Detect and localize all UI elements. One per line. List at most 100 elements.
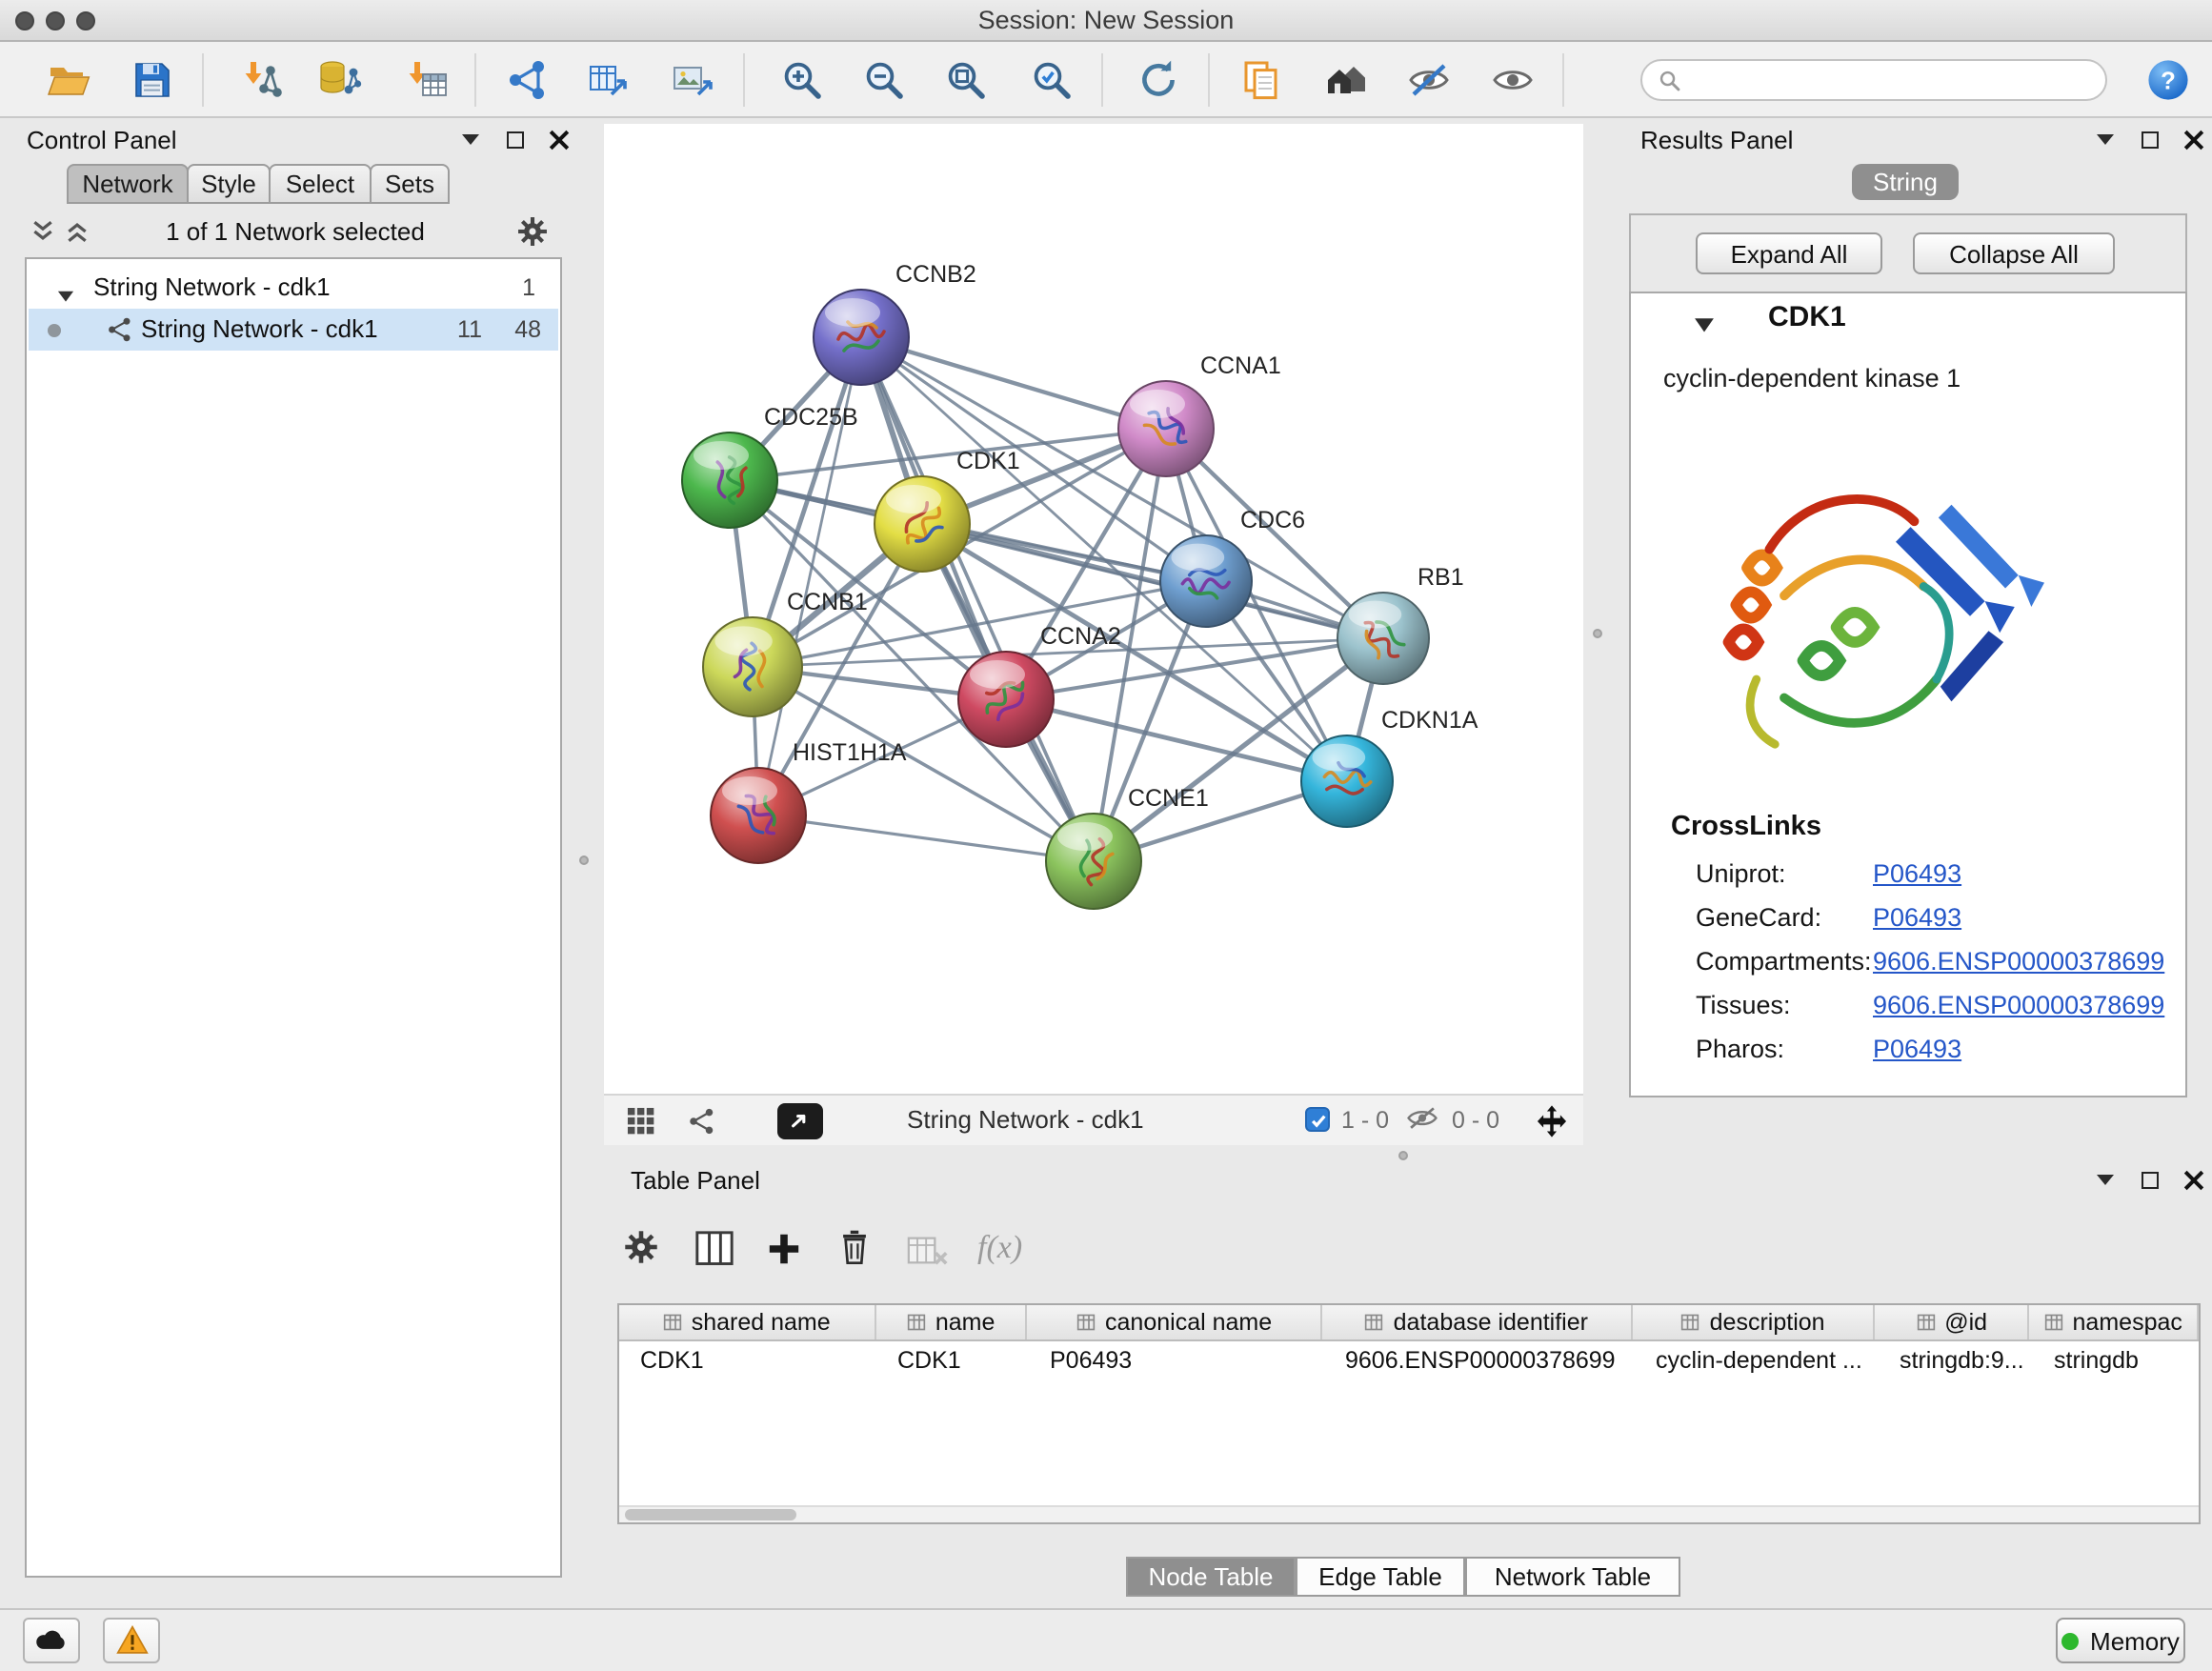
network-node[interactable]: CDC25B (682, 404, 858, 528)
search-input[interactable] (1692, 67, 2073, 93)
import-table-button[interactable] (400, 53, 453, 107)
network-row[interactable]: String Network - cdk1 11 48 (29, 309, 558, 351)
column-header-0[interactable]: shared name (619, 1305, 875, 1339)
network-node[interactable]: CCNA1 (1118, 352, 1281, 476)
import-network-database-icon (316, 57, 362, 103)
birds-eye-view-button[interactable] (777, 1103, 823, 1139)
window-zoom-button[interactable] (76, 11, 95, 30)
expand-all-button[interactable]: Expand All (1696, 232, 1882, 274)
collection-count: 1 (522, 274, 535, 301)
cloud-button[interactable] (23, 1618, 80, 1663)
network-collection-row[interactable]: String Network - cdk1 1 (29, 267, 558, 309)
table-row[interactable]: CDK1CDK1P064939606.ENSP00000378699cyclin… (619, 1341, 2202, 1379)
current-network-bullet (48, 324, 61, 337)
tab-select[interactable]: Select (269, 164, 372, 204)
close-panel-icon[interactable] (2182, 1168, 2204, 1191)
crosslink-value-link[interactable]: 9606.ENSP00000378699 (1873, 991, 2164, 1019)
network-canvas[interactable]: CCNB2CCNA1CDC25BCDK1CDC6RB1CCNB1CCNA2CDK… (604, 124, 1583, 1094)
tab-sets[interactable]: Sets (370, 164, 450, 204)
memory-label: Memory (2090, 1626, 2180, 1655)
crosslink-value-link[interactable]: P06493 (1873, 859, 1961, 888)
network-node[interactable]: CCNE1 (1046, 785, 1209, 909)
import-network-from-database-button[interactable] (312, 53, 366, 107)
copy-button[interactable] (1235, 53, 1288, 107)
float-panel-icon[interactable] (2138, 1168, 2161, 1191)
network-edge[interactable] (861, 337, 1094, 861)
float-panel-icon[interactable] (503, 128, 526, 151)
network-node[interactable]: CDK1 (875, 448, 1020, 572)
scrollbar-thumb[interactable] (625, 1509, 796, 1520)
show-graphics-details-button[interactable] (1486, 53, 1539, 107)
column-header-3[interactable]: database identifier (1322, 1305, 1632, 1339)
window-close-button[interactable] (15, 11, 34, 30)
export-image-button[interactable] (665, 53, 718, 107)
tab-edge-table[interactable]: Edge Table (1296, 1557, 1465, 1597)
delete-column-icon[interactable] (838, 1229, 871, 1270)
crosslink-row: Uniprot:P06493 (1696, 859, 2166, 903)
network-node[interactable]: CCNB1 (703, 589, 868, 716)
crosslink-value-link[interactable]: 9606.ENSP00000378699 (1873, 947, 2164, 976)
network-view-title: String Network - cdk1 (907, 1105, 1144, 1134)
network-edge[interactable] (758, 815, 1094, 861)
selection-checkbox[interactable] (1305, 1107, 1330, 1132)
import-network-from-file-button[interactable] (234, 53, 288, 107)
table-gear-icon[interactable] (623, 1229, 659, 1271)
tab-style[interactable]: Style (187, 164, 271, 204)
warnings-button[interactable] (103, 1618, 160, 1663)
function-builder-icon[interactable]: f(x) (977, 1229, 1022, 1267)
close-panel-icon[interactable] (2182, 128, 2204, 151)
zoom-in-button[interactable] (775, 53, 829, 107)
export-network-button[interactable] (581, 53, 634, 107)
tab-string[interactable]: String (1852, 164, 1959, 200)
left-splitter-handle[interactable] (579, 856, 589, 865)
horizontal-splitter-handle[interactable] (1398, 1151, 1408, 1160)
horizontal-scrollbar[interactable] (619, 1505, 2199, 1522)
tab-network[interactable]: Network (67, 164, 189, 204)
apply-layout-button[interactable] (1132, 53, 1185, 107)
network-overview-button[interactable] (1320, 53, 1374, 107)
column-header-4[interactable]: description (1632, 1305, 1875, 1339)
network-share-icon[interactable] (688, 1107, 716, 1141)
protein-name: CDK1 (1768, 301, 1846, 333)
zoom-selected-button[interactable] (1025, 53, 1078, 107)
expander-icon[interactable] (57, 280, 74, 309)
window-minimize-button[interactable] (46, 11, 65, 30)
column-header-1[interactable]: name (875, 1305, 1028, 1339)
svg-text:?: ? (2161, 68, 2176, 94)
move-icon[interactable] (1534, 1103, 1570, 1145)
grid-view-icon[interactable] (627, 1107, 655, 1141)
search-field[interactable] (1640, 59, 2107, 101)
add-column-icon[interactable] (766, 1231, 802, 1273)
right-splitter-handle[interactable] (1593, 629, 1602, 638)
tab-network-table[interactable]: Network Table (1465, 1557, 1680, 1597)
help-button[interactable]: ? (2142, 53, 2195, 107)
section-expander-icon[interactable] (1694, 311, 1715, 339)
collapse-panel-icon[interactable] (2094, 1168, 2117, 1191)
float-panel-icon[interactable] (2138, 128, 2161, 151)
column-header-5[interactable]: @id (1876, 1305, 2030, 1339)
column-header-2[interactable]: canonical name (1028, 1305, 1322, 1339)
memory-button[interactable]: Memory (2056, 1618, 2185, 1663)
collapse-all-button[interactable]: Collapse All (1913, 232, 2115, 274)
network-node[interactable]: CDKN1A (1301, 707, 1478, 827)
network-node[interactable]: CDC6 (1160, 507, 1305, 627)
hide-graphics-details-button[interactable] (1402, 53, 1456, 107)
column-header-6[interactable]: namespac (2029, 1305, 2199, 1339)
zoom-out-button[interactable] (857, 53, 911, 107)
close-panel-icon[interactable] (547, 128, 570, 151)
zoom-fit-button[interactable] (939, 53, 993, 107)
network-selected-summary: 1 of 1 Network selected (0, 217, 591, 246)
gear-icon[interactable] (516, 215, 549, 253)
network-node[interactable]: HIST1H1A (711, 739, 907, 863)
tab-node-table[interactable]: Node Table (1126, 1557, 1296, 1597)
crosslink-value-link[interactable]: P06493 (1873, 903, 1961, 932)
crosslink-value-link[interactable]: P06493 (1873, 1035, 1961, 1063)
open-session-button[interactable] (42, 53, 95, 107)
table-cell: stringdb:9... (1879, 1341, 2033, 1379)
collapse-panel-icon[interactable] (459, 128, 482, 151)
select-columns-icon[interactable] (695, 1231, 734, 1271)
collapse-panel-icon[interactable] (2094, 128, 2117, 151)
network-node[interactable]: RB1 (1337, 564, 1464, 684)
save-session-button[interactable] (126, 53, 179, 107)
new-network-button[interactable] (501, 53, 554, 107)
